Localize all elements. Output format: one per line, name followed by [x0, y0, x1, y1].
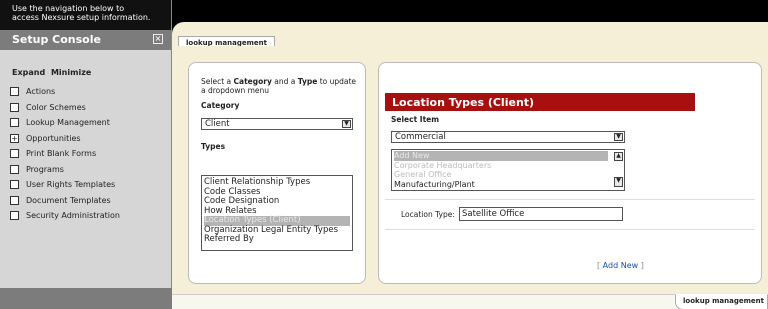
location-types-header: Location Types (Client) — [385, 93, 695, 111]
nav-item-label: Lookup Management — [26, 118, 110, 128]
sidebar-controls: Expand Minimize — [0, 50, 171, 77]
expand-box-icon[interactable] — [10, 180, 19, 190]
add-new-link[interactable]: Add New — [603, 261, 638, 270]
instr-type: Type — [297, 77, 318, 86]
types-listbox[interactable]: Client Relationship Types Code Classes C… — [201, 175, 353, 251]
expand-box-icon[interactable] — [10, 118, 19, 128]
bottom-tab-lookup-management[interactable]: lookup management — [675, 294, 768, 309]
expand-link[interactable]: Expand — [12, 68, 45, 77]
list-item[interactable]: Corporate Headquarters — [394, 161, 624, 171]
setup-console-title: Setup Console — [12, 33, 101, 46]
bracket: [ — [597, 261, 601, 270]
items-listbox[interactable]: Add New Corporate Headquarters General O… — [391, 149, 625, 191]
instr-text: and a — [271, 77, 298, 86]
setup-sidebar: Use the navigation below to access Nexsu… — [0, 0, 172, 309]
expand-box-icon[interactable] — [10, 195, 19, 205]
tab-strip: lookup management — [172, 22, 768, 50]
select-item-value: Commercial — [395, 132, 446, 142]
nav-item-label: Print Blank Forms — [26, 149, 97, 159]
instr-text-line2: a dropdown menu — [201, 86, 270, 95]
scroll-down-icon[interactable]: ▼ — [614, 177, 623, 187]
nav-item-color-schemes[interactable]: Color Schemes — [10, 100, 171, 116]
nav-item-document-templates[interactable]: Document Templates — [10, 193, 171, 209]
list-item[interactable]: General Office — [394, 170, 624, 180]
list-item-selected[interactable]: Add New — [394, 151, 608, 161]
location-type-input[interactable]: Satellite Office — [459, 207, 623, 221]
select-item-label: Select Item — [391, 115, 440, 124]
nav-hint-line1: Use the navigation below to — [12, 4, 125, 13]
types-label: Types — [201, 142, 226, 151]
bottom-tab-bar: lookup management — [172, 294, 768, 309]
instructions: Select a Category and a Type to update a… — [201, 77, 356, 95]
nav-item-label: Programs — [26, 164, 64, 174]
nav-item-opportunities[interactable]: + Opportunities — [10, 131, 171, 147]
nav-item-lookup-management[interactable]: Lookup Management — [10, 115, 171, 131]
sidebar-footer — [0, 288, 172, 309]
add-new-link-group: [ Add New ] — [597, 261, 644, 270]
nav-item-label: Color Schemes — [26, 102, 86, 112]
divider — [385, 229, 755, 230]
expand-box-icon[interactable] — [10, 149, 19, 159]
main-area: lookup management Select a Category and … — [172, 0, 768, 309]
setup-console-header: Setup Console × — [0, 30, 171, 50]
category-type-panel: Select a Category and a Type to update a… — [188, 62, 366, 284]
list-item[interactable]: Referred By — [204, 234, 350, 245]
nav-item-print-blank-forms[interactable]: Print Blank Forms — [10, 146, 171, 162]
nav-item-label: Document Templates — [26, 195, 111, 205]
list-item[interactable]: Manufacturing/Plant — [394, 180, 624, 190]
instr-text: to update — [317, 77, 357, 86]
nav-hint-line2: access Nexsure setup information. — [12, 13, 151, 22]
expand-box-icon[interactable] — [10, 164, 19, 174]
minimize-link[interactable]: Minimize — [51, 68, 91, 77]
expand-box-icon[interactable] — [10, 211, 19, 221]
nav-item-programs[interactable]: Programs — [10, 162, 171, 178]
nav-item-user-rights-templates[interactable]: User Rights Templates — [10, 177, 171, 193]
scroll-up-icon[interactable]: ▲ — [614, 152, 623, 161]
dropdown-arrow-icon[interactable]: ▼ — [614, 133, 623, 141]
nav-item-security-administration[interactable]: Security Administration — [10, 208, 171, 224]
bracket: ] — [640, 261, 644, 270]
setup-nav-list: Actions Color Schemes Lookup Management … — [0, 84, 171, 224]
select-item-dropdown[interactable]: Commercial ▼ — [391, 131, 625, 143]
plus-box-icon[interactable]: + — [10, 133, 19, 143]
nav-item-label: Actions — [26, 87, 56, 97]
category-select-value: Client — [205, 119, 230, 129]
nav-item-actions[interactable]: Actions — [10, 84, 171, 100]
expand-box-icon[interactable] — [10, 87, 19, 97]
instr-text: Select a — [201, 77, 234, 86]
dropdown-arrow-icon[interactable]: ▼ — [342, 120, 351, 128]
category-label: Category — [201, 101, 240, 110]
instr-category: Category — [233, 77, 272, 86]
divider — [385, 199, 755, 200]
nav-item-label: Security Administration — [26, 211, 120, 221]
close-icon[interactable]: × — [153, 34, 163, 44]
nav-item-label: Opportunities — [26, 133, 81, 143]
nav-item-label: User Rights Templates — [26, 180, 116, 190]
location-types-panel: Location Types (Client) Select Item Comm… — [378, 62, 762, 284]
category-select[interactable]: Client ▼ — [201, 118, 353, 130]
content-area: Select a Category and a Type to update a… — [172, 46, 768, 294]
location-type-label: Location Type: — [401, 210, 455, 219]
expand-box-icon[interactable] — [10, 102, 19, 112]
nav-hint: Use the navigation below to access Nexsu… — [0, 0, 171, 30]
